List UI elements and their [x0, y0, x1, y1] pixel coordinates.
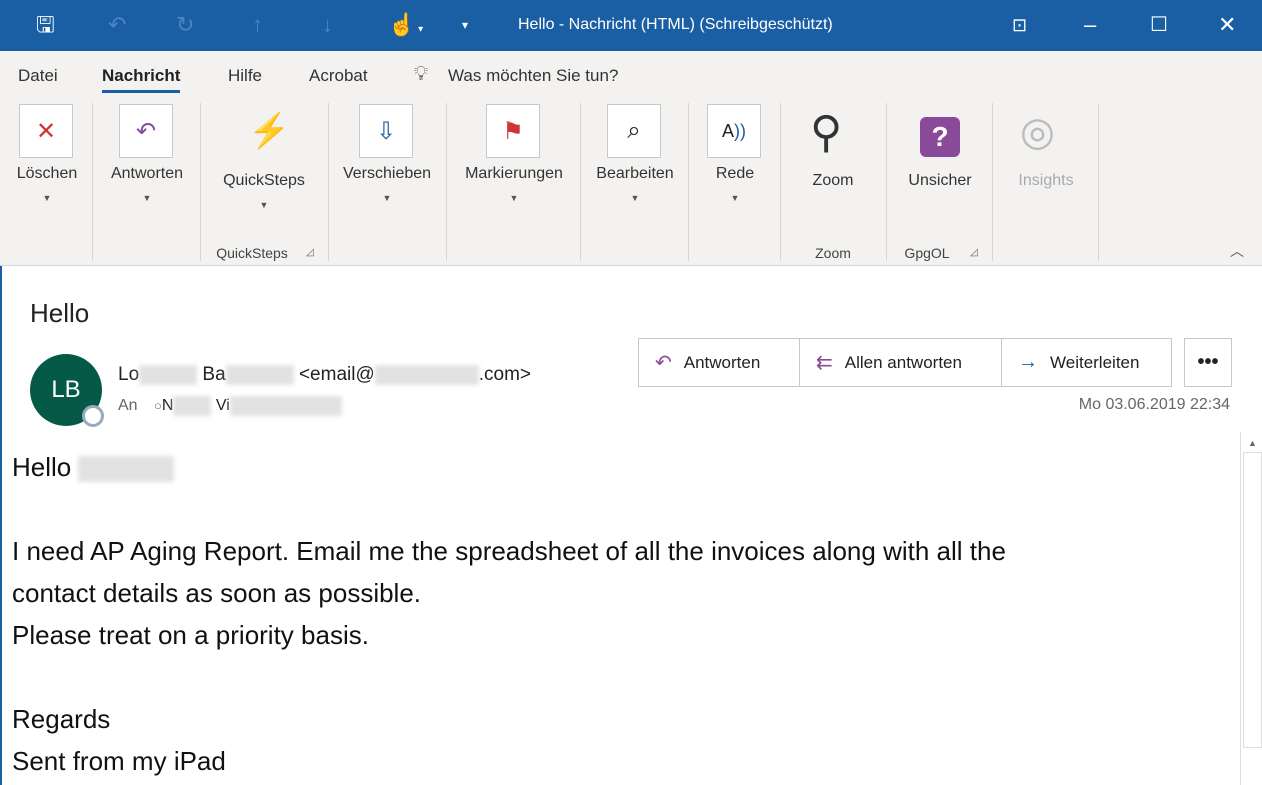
maximize-icon[interactable]: ☐ [1150, 12, 1168, 38]
tab-nachricht[interactable]: Nachricht [102, 66, 181, 93]
speech-label: Rede [715, 165, 755, 182]
redo-icon[interactable]: ↻ [176, 12, 194, 38]
unsicher-label: Unsicher [908, 172, 972, 189]
message-date: Mo 03.06.2019 22:34 [1078, 396, 1230, 413]
scrollbar-thumb[interactable] [1243, 452, 1262, 748]
reply-action-label: Antworten [683, 352, 761, 372]
group-label-gpgol: GpgOL [904, 245, 950, 261]
tell-me-search[interactable]: Was möchten Sie tun? [448, 66, 618, 86]
ribbon-display-icon[interactable]: ⊡ [1012, 12, 1027, 38]
chevron-down-icon: ▼ [259, 200, 269, 210]
insights-label: Insights [1018, 172, 1074, 189]
more-actions-button[interactable]: ••• [1184, 338, 1232, 387]
lightning-icon: ⚡ [248, 112, 291, 150]
lightbulb-icon: 💡︎ [414, 63, 428, 85]
scroll-up-icon[interactable]: ▲ [1241, 432, 1262, 448]
ribbon-tabs: Datei Nachricht Hilfe Acrobat 💡︎ Was möc… [0, 51, 1262, 99]
tab-acrobat[interactable]: Acrobat [309, 66, 368, 86]
search-icon: ⌕ [607, 104, 661, 158]
forward-label: Weiterleiten [1050, 352, 1140, 372]
recipients: An ○N Vi [118, 396, 342, 416]
chevron-down-icon: ▼ [382, 193, 392, 203]
sender[interactable]: Lo Ba <email@ .com> [118, 364, 531, 386]
recipient-first[interactable]: N [162, 397, 174, 414]
message-body: Hello I need AP Aging Report. Email me t… [12, 446, 1232, 782]
presence-circle-icon: ○ [154, 398, 162, 414]
greeting: Hello [12, 452, 72, 482]
group-label-zoom: Zoom [815, 245, 851, 261]
tab-datei[interactable]: Datei [18, 66, 58, 86]
chevron-down-icon: ▼ [142, 193, 152, 203]
reply-action-button[interactable]: ↶ Antworten [638, 338, 800, 387]
delete-icon: ✕ [19, 104, 73, 158]
to-label: An [118, 397, 138, 415]
presence-icon [82, 405, 104, 427]
chevron-down-icon: ▼ [730, 193, 740, 203]
email-suffix: .com> [478, 364, 532, 385]
chevron-down-icon: ▼ [630, 193, 640, 203]
collapse-ribbon-icon[interactable]: ︿ [1230, 241, 1244, 261]
customize-qat-icon[interactable]: ▾ [462, 12, 468, 38]
forward-icon: → [1018, 351, 1038, 373]
signature: Sent from my iPad [12, 746, 226, 776]
reply-icon: ↶ [119, 104, 173, 158]
body-line: I need AP Aging Report. Email me the spr… [12, 536, 1006, 566]
insights-icon: ◎ [1020, 110, 1055, 154]
dialog-launcher-icon[interactable]: ◿ [306, 247, 314, 258]
tab-hilfe[interactable]: Hilfe [228, 66, 262, 86]
avatar-initials: LB [51, 376, 81, 403]
magnifier-icon: ⚲ [810, 108, 843, 157]
close-icon[interactable]: ✕ [1218, 12, 1236, 38]
reading-pane: Hello LB Lo Ba <email@ .com> An ○N Vi ↶ An… [0, 266, 1262, 785]
window-title: Hello - Nachricht (HTML) (Schreibgeschüt… [518, 16, 833, 33]
question-icon: ? [920, 117, 960, 157]
sender-last: Ba [202, 364, 226, 385]
chevron-down-icon: ▼ [509, 193, 519, 203]
reply-label: Antworten [110, 165, 184, 182]
email-prefix: <email@ [298, 364, 375, 385]
undo-icon[interactable]: ↶ [108, 12, 126, 38]
minimize-icon[interactable]: – [1084, 12, 1096, 38]
chevron-down-icon: ▼ [42, 193, 52, 203]
move-icon: ⇩ [359, 104, 413, 158]
closing: Regards [12, 704, 111, 734]
edit-label: Bearbeiten [596, 165, 674, 182]
touch-mode-icon[interactable]: ☝ ▾ [388, 12, 423, 43]
reply-all-icon: ⇇ [816, 352, 833, 374]
delete-label: Löschen [16, 165, 78, 182]
ribbon: ✕ Löschen ▼ ↶ Antworten ▼ ⚡ QuickSteps ▼… [0, 99, 1262, 266]
reply-all-button[interactable]: ⇇ Allen antworten [799, 338, 1002, 387]
reply-all-label: Allen antworten [844, 352, 962, 372]
forward-button[interactable]: → Weiterleiten [1001, 338, 1172, 387]
read-aloud-icon: A)) [707, 104, 761, 158]
dialog-launcher-icon[interactable]: ◿ [970, 247, 978, 258]
zoom-label: Zoom [812, 172, 854, 189]
body-line: Please treat on a priority basis. [12, 620, 369, 650]
previous-item-icon[interactable]: ↑ [252, 12, 263, 38]
reply-icon: ↶ [655, 352, 672, 374]
tags-label: Markierungen [465, 165, 563, 182]
move-label: Verschieben [342, 165, 432, 182]
save-icon[interactable]: 🖫 [36, 12, 55, 38]
scrollbar[interactable]: ▲ [1240, 432, 1262, 785]
flag-icon: ⚑ [486, 104, 540, 158]
recipient-last[interactable]: Vi [216, 397, 230, 414]
sender-first: Lo [118, 364, 140, 385]
group-label-quicksteps: QuickSteps [216, 245, 288, 261]
message-subject: Hello [30, 298, 90, 328]
title-bar: 🖫 ↶ ↻ ↑ ↓ ☝ ▾ ▾ Hello - Nachricht (HTML)… [0, 0, 1262, 51]
quicksteps-label: QuickSteps [223, 172, 305, 189]
next-item-icon[interactable]: ↓ [322, 12, 333, 38]
body-line: contact details as soon as possible. [12, 578, 422, 608]
